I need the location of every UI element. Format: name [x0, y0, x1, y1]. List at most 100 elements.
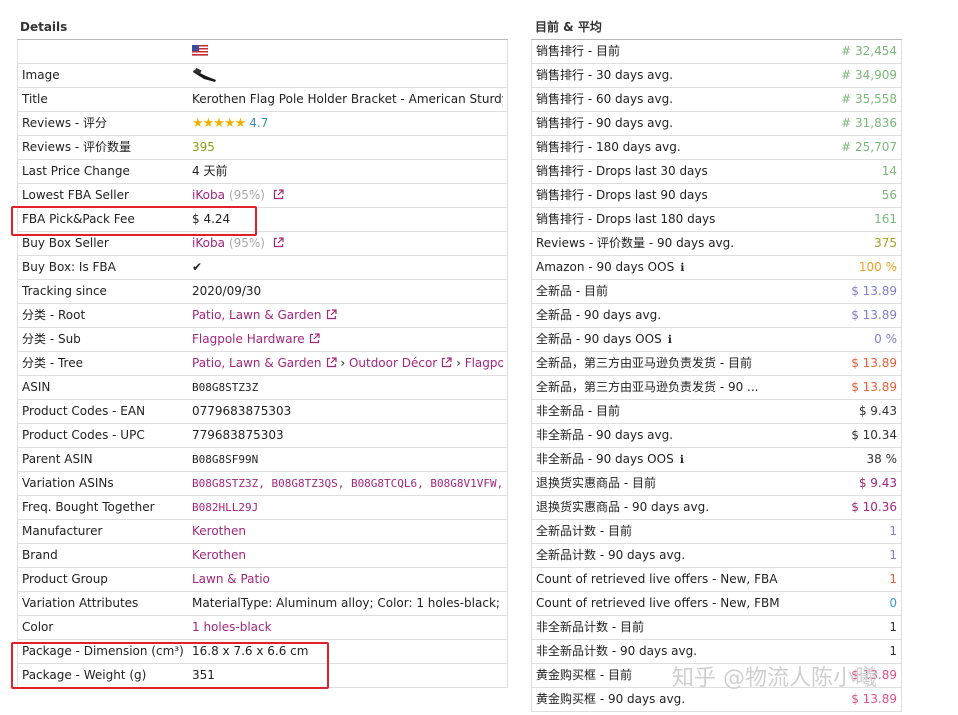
- detail-value: Patio, Lawn & Garden: [192, 304, 503, 327]
- stat-label-text: 销售排行 - 60 days avg.: [536, 92, 674, 106]
- stat-label: 退换货实惠商品 - 目前: [536, 472, 656, 495]
- detail-value: MaterialType: Aluminum alloy; Color: 1 h…: [192, 592, 503, 615]
- stat-label-text: 全新品 - 90 days avg.: [536, 308, 662, 322]
- detail-row: Freq. Bought Together B082HLL29J: [17, 496, 508, 520]
- detail-row: Product Codes - EAN 0779683875303: [17, 400, 508, 424]
- stat-row: Amazon - 90 days OOS ℹ 100 %: [531, 256, 902, 280]
- text-value: 779683875303: [192, 428, 284, 442]
- stat-label: 非全新品计数 - 目前: [536, 616, 644, 639]
- text-value: 0779683875303: [192, 404, 292, 418]
- info-icon[interactable]: ℹ: [668, 328, 672, 351]
- watermark-text: 知乎 @物流人陈小曦: [672, 666, 877, 691]
- stat-row: 销售排行 - Drops last 30 days 14: [531, 160, 902, 184]
- info-icon[interactable]: ℹ: [680, 448, 684, 471]
- stat-label-text: 销售排行 - Drops last 90 days: [536, 188, 708, 202]
- current-average-title: 目前 & 平均: [531, 16, 902, 40]
- stat-label: 销售排行 - Drops last 30 days: [536, 160, 708, 183]
- stat-label: 销售排行 - 90 days avg.: [536, 112, 673, 135]
- stat-value: 1: [889, 572, 897, 586]
- stat-label: 全新品 - 90 days avg.: [536, 304, 661, 327]
- text-value: 4 天前: [192, 164, 228, 178]
- category-link[interactable]: Patio, Lawn & Garden: [192, 308, 322, 322]
- external-link-icon[interactable]: [273, 185, 284, 207]
- product-thumbnail[interactable]: [192, 67, 218, 87]
- stat-label-text: 全新品计数 - 90 days avg.: [536, 548, 686, 562]
- stat-label-text: 全新品 - 目前: [536, 284, 608, 298]
- external-link-icon[interactable]: [326, 353, 337, 375]
- attribute-link[interactable]: 1 holes-black: [192, 620, 272, 634]
- stat-label: 黄金购买框 - 90 days avg.: [536, 688, 685, 711]
- stat-row: 全新品，第三方由亚马逊负责发货 - 90 ... $ 13.89: [531, 376, 902, 400]
- detail-row: Title Kerothen Flag Pole Holder Bracket -…: [17, 88, 508, 112]
- review-count: 395: [192, 140, 215, 154]
- rating-value: 4.7: [249, 116, 269, 130]
- stat-label: Count of retrieved live offers - New, FB…: [536, 592, 780, 615]
- stat-value: # 31,836: [841, 116, 897, 130]
- detail-label: Lowest FBA Seller: [22, 188, 129, 202]
- asin-link[interactable]: B08G8STZ3Z, B08G8TZ3QS, B08G8TCQL6, B08G…: [192, 477, 503, 490]
- stat-label-text: 非全新品 - 90 days OOS: [536, 452, 674, 466]
- detail-label: Manufacturer: [22, 524, 103, 538]
- detail-value: B08G8STZ3Z, B08G8TZ3QS, B08G8TCQL6, B08G…: [192, 472, 503, 495]
- stat-label-text: Amazon - 90 days OOS: [536, 260, 675, 274]
- stat-row: 退换货实惠商品 - 90 days avg. $ 10.36: [531, 496, 902, 520]
- attribute-link[interactable]: Kerothen: [192, 524, 246, 538]
- breadcrumb-separator: ›: [452, 356, 465, 370]
- external-link-icon[interactable]: [309, 329, 320, 351]
- stat-row: 全新品 - 90 days OOS ℹ 0 %: [531, 328, 902, 352]
- text-value: Kerothen Flag Pole Holder Bracket - Amer…: [192, 92, 503, 106]
- stat-label-text: 销售排行 - 目前: [536, 44, 620, 58]
- stat-value: # 25,707: [841, 140, 897, 154]
- stat-row: Reviews - 评价数量 - 90 days avg. 375: [531, 232, 902, 256]
- detail-label: Title: [22, 92, 48, 106]
- attribute-link[interactable]: Lawn & Patio: [192, 572, 270, 586]
- detail-label: Reviews - 评价数量: [22, 140, 132, 154]
- stat-row: 非全新品 - 90 days avg. $ 10.34: [531, 424, 902, 448]
- stat-row: 销售排行 - Drops last 90 days 56: [531, 184, 902, 208]
- stat-value: $ 10.36: [851, 500, 897, 514]
- external-link-icon[interactable]: [441, 353, 452, 375]
- stat-label: 销售排行 - 180 days avg.: [536, 136, 681, 159]
- attribute-link[interactable]: Kerothen: [192, 548, 246, 562]
- detail-value: B082HLL29J: [192, 496, 503, 519]
- detail-label: Brand: [22, 548, 58, 562]
- category-tree-link[interactable]: Outdoor Décor: [349, 356, 437, 370]
- external-link-icon[interactable]: [273, 233, 284, 255]
- info-icon[interactable]: ℹ: [680, 256, 684, 279]
- category-tree-link[interactable]: Patio, Lawn & Garden: [192, 356, 322, 370]
- code-value: B08G8STZ3Z: [192, 381, 259, 394]
- stat-row: 退换货实惠商品 - 目前 $ 9.43: [531, 472, 902, 496]
- stat-value: $ 10.34: [851, 428, 897, 442]
- stat-label-text: 非全新品计数 - 目前: [536, 620, 644, 634]
- category-link[interactable]: Flagpole Hardware: [192, 332, 305, 346]
- seller-link[interactable]: iKoba: [192, 188, 225, 202]
- stat-label-text: 销售排行 - 180 days avg.: [536, 140, 681, 154]
- highlight-fba-fee: [11, 206, 257, 236]
- stat-value: $ 9.43: [858, 476, 897, 490]
- detail-row: Manufacturer Kerothen: [17, 520, 508, 544]
- asin-link[interactable]: B082HLL29J: [192, 501, 258, 514]
- stat-value: 0: [889, 596, 897, 610]
- detail-label: Buy Box: Is FBA: [22, 260, 116, 274]
- stat-row: 非全新品 - 目前 $ 9.43: [531, 400, 902, 424]
- stat-row: Count of retrieved live offers - New, FB…: [531, 568, 902, 592]
- stat-label: Amazon - 90 days OOS ℹ: [536, 256, 684, 279]
- stat-value: 1: [889, 548, 897, 562]
- stat-value: 38 %: [866, 452, 898, 466]
- detail-row: Variation Attributes MaterialType: Alumin…: [17, 592, 508, 616]
- stat-label-text: Count of retrieved live offers - New, FB…: [536, 572, 778, 586]
- stat-label: 全新品计数 - 90 days avg.: [536, 544, 685, 567]
- stat-row: 全新品 - 90 days avg. $ 13.89: [531, 304, 902, 328]
- detail-row: Product Group Lawn & Patio: [17, 568, 508, 592]
- stat-label-text: 非全新品计数 - 90 days avg.: [536, 644, 698, 658]
- detail-value: Kerothen Flag Pole Holder Bracket - Amer…: [192, 88, 503, 111]
- external-link-icon[interactable]: [326, 305, 337, 327]
- seller-link[interactable]: iKoba: [192, 236, 225, 250]
- stat-label-text: 黄金购买框 - 90 days avg.: [536, 692, 686, 706]
- detail-label: Image: [22, 68, 60, 82]
- category-tree-link[interactable]: Flagpole: [465, 356, 503, 370]
- detail-row: Tracking since 2020/09/30: [17, 280, 508, 304]
- detail-row: [17, 40, 508, 64]
- stat-value: $ 13.89: [851, 380, 897, 394]
- details-table: Image Title Kerothen Flag Pole Holder Brac…: [17, 40, 508, 688]
